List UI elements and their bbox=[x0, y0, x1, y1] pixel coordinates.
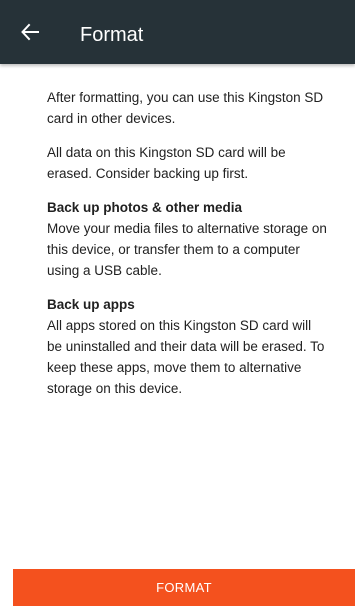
apps-backup-heading: Back up apps bbox=[47, 297, 135, 312]
media-backup-heading: Back up photos & other media bbox=[47, 200, 243, 215]
back-button[interactable] bbox=[14, 16, 46, 48]
media-backup-text: Move your media files to alternative sto… bbox=[47, 221, 327, 278]
app-bar: Format bbox=[0, 0, 355, 64]
apps-backup-text: All apps stored on this Kingston SD card… bbox=[47, 318, 325, 396]
arrow-back-icon bbox=[21, 23, 39, 41]
format-description: After formatting, you can use this Kings… bbox=[47, 87, 327, 412]
page-title: Format bbox=[80, 24, 144, 46]
format-button[interactable]: FORMAT bbox=[13, 569, 355, 606]
intro-text: After formatting, you can use this Kings… bbox=[47, 90, 324, 126]
warning-text: All data on this Kingston SD card will b… bbox=[47, 145, 286, 181]
